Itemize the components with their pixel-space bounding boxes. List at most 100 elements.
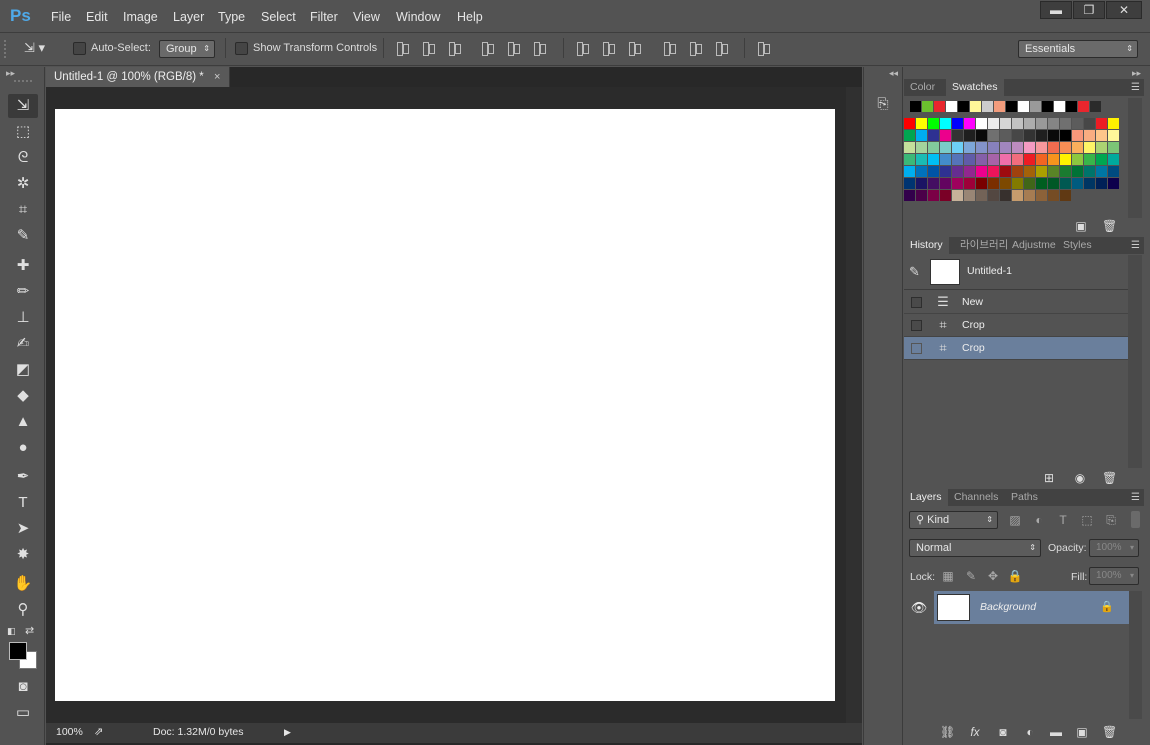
color-swatch[interactable] — [976, 178, 987, 189]
collapse-tools-icon[interactable]: ▸▸ — [6, 68, 15, 79]
color-swatch[interactable] — [988, 154, 999, 165]
lock-transparent-icon[interactable]: ▦ — [940, 568, 956, 584]
color-swatch[interactable] — [1012, 190, 1023, 201]
properties-panel-icon[interactable]: ⎘ — [872, 92, 894, 114]
color-swatch[interactable] — [1048, 178, 1059, 189]
color-swatch[interactable] — [1048, 166, 1059, 177]
blend-mode-dropdown[interactable]: Normal ⇕ — [909, 539, 1041, 557]
magic-wand-tool-icon[interactable]: ✲ — [8, 172, 38, 196]
opacity-input[interactable]: 100% ▾ — [1089, 539, 1139, 557]
mask-icon[interactable]: ◙ — [996, 725, 1010, 739]
color-swatch[interactable] — [1024, 154, 1035, 165]
color-swatch[interactable] — [1072, 142, 1083, 153]
color-swatch[interactable] — [1060, 178, 1071, 189]
layer-filter-dropdown[interactable]: ⚲ Kind ⇕ — [909, 511, 998, 529]
lock-position-icon[interactable]: ✥ — [985, 568, 1001, 584]
color-swatch[interactable] — [988, 118, 999, 129]
color-swatch[interactable] — [964, 130, 975, 141]
canvas[interactable] — [55, 109, 835, 701]
align-top-icon[interactable] — [394, 40, 410, 56]
document-tab[interactable]: Untitled-1 @ 100% (RGB/8) * — [46, 67, 230, 87]
color-swatch[interactable] — [1036, 178, 1047, 189]
shape-tool-icon[interactable]: ✸ — [8, 543, 38, 567]
color-swatch[interactable] — [916, 154, 927, 165]
color-swatch[interactable] — [1084, 166, 1095, 177]
history-snapshot[interactable]: ✎ Untitled-1 — [904, 255, 1128, 290]
align-bottom-icon[interactable] — [446, 40, 462, 56]
color-swatch[interactable] — [988, 166, 999, 177]
color-swatch[interactable] — [904, 142, 915, 153]
recent-swatch[interactable] — [1090, 101, 1101, 112]
tab-adjustments[interactable]: Adjustme — [1006, 237, 1062, 254]
auto-align-layers-icon[interactable] — [755, 40, 771, 56]
recent-swatch[interactable] — [1030, 101, 1041, 112]
color-swatch[interactable] — [1060, 166, 1071, 177]
recent-swatch[interactable] — [946, 101, 957, 112]
color-swatch[interactable] — [952, 166, 963, 177]
color-swatch[interactable] — [1036, 130, 1047, 141]
color-swatch[interactable] — [1036, 166, 1047, 177]
link-layers-icon[interactable]: ⛓ — [940, 725, 955, 739]
color-swatch[interactable] — [1096, 130, 1107, 141]
align-hcenter-icon[interactable] — [505, 40, 521, 56]
color-swatch[interactable] — [1024, 178, 1035, 189]
color-swatch[interactable] — [1060, 130, 1071, 141]
vertical-scrollbar[interactable] — [846, 87, 862, 723]
color-swatch[interactable] — [1096, 142, 1107, 153]
color-swatch[interactable] — [928, 130, 939, 141]
align-vcenter-icon[interactable] — [420, 40, 436, 56]
menu-window[interactable]: Window — [396, 0, 440, 32]
color-swatch[interactable] — [916, 142, 927, 153]
color-swatch[interactable] — [904, 190, 915, 201]
color-swatch[interactable] — [1072, 178, 1083, 189]
paint-bucket-tool-icon[interactable]: ◆ — [8, 384, 38, 408]
expand-dock-icon[interactable]: ◂◂ — [889, 68, 898, 79]
color-swatch[interactable] — [1036, 142, 1047, 153]
history-source-checkbox[interactable] — [911, 297, 922, 308]
lasso-tool-icon[interactable]: ᘓ — [8, 146, 38, 170]
color-swatch[interactable] — [988, 130, 999, 141]
color-swatch[interactable] — [916, 130, 927, 141]
recent-swatch[interactable] — [910, 101, 921, 112]
color-swatch[interactable] — [976, 130, 987, 141]
trash-icon[interactable]: 🗑 — [1102, 219, 1117, 233]
eyedropper-tool-icon[interactable]: ✎ — [8, 224, 38, 248]
type-tool-icon[interactable]: T — [8, 491, 38, 515]
crop-tool-icon[interactable]: ⌗ — [8, 198, 38, 222]
trash-icon[interactable]: 🗑 — [1102, 725, 1117, 739]
auto-select-checkbox[interactable] — [73, 42, 86, 55]
filter-toggle-switch[interactable] — [1131, 511, 1140, 528]
show-transform-checkbox[interactable] — [235, 42, 248, 55]
status-menu-arrow-icon[interactable]: ▶ — [284, 723, 291, 742]
color-swatch[interactable] — [904, 178, 915, 189]
menu-view[interactable]: View — [353, 0, 380, 32]
distribute-vcenter-icon[interactable] — [600, 40, 616, 56]
color-swatch[interactable] — [952, 130, 963, 141]
color-swatch[interactable] — [1108, 166, 1119, 177]
filter-shape-icon[interactable]: ⬚ — [1079, 512, 1095, 528]
color-swatch[interactable] — [1072, 166, 1083, 177]
history-state[interactable]: ☰ New — [904, 291, 1128, 314]
color-swatch[interactable] — [1012, 130, 1023, 141]
color-swatch[interactable] — [1084, 118, 1095, 129]
color-swatch[interactable] — [904, 154, 915, 165]
color-swatch[interactable] — [1048, 154, 1059, 165]
color-swatch[interactable] — [1048, 118, 1059, 129]
history-scrollbar[interactable] — [1128, 255, 1142, 468]
tab-swatches[interactable]: Swatches — [946, 79, 1004, 96]
color-swatch[interactable] — [1072, 154, 1083, 165]
tab-styles[interactable]: Styles — [1057, 237, 1098, 254]
distribute-top-icon[interactable] — [574, 40, 590, 56]
recent-swatch[interactable] — [922, 101, 933, 112]
pen-tool-icon[interactable]: ✒ — [8, 465, 38, 489]
history-brush-tool-icon[interactable]: ✍ — [8, 332, 38, 356]
auto-select-dropdown[interactable]: Group ⇕ — [159, 40, 215, 58]
color-swatch[interactable] — [976, 118, 987, 129]
align-right-icon[interactable] — [531, 40, 547, 56]
color-swatch[interactable] — [940, 142, 951, 153]
layer-row[interactable]: 👁 Background 🔒 — [904, 591, 1129, 624]
color-swatch[interactable] — [952, 178, 963, 189]
filter-pixel-icon[interactable]: ▨ — [1007, 512, 1023, 528]
color-swatch[interactable] — [964, 190, 975, 201]
menu-filter[interactable]: Filter — [310, 0, 338, 32]
